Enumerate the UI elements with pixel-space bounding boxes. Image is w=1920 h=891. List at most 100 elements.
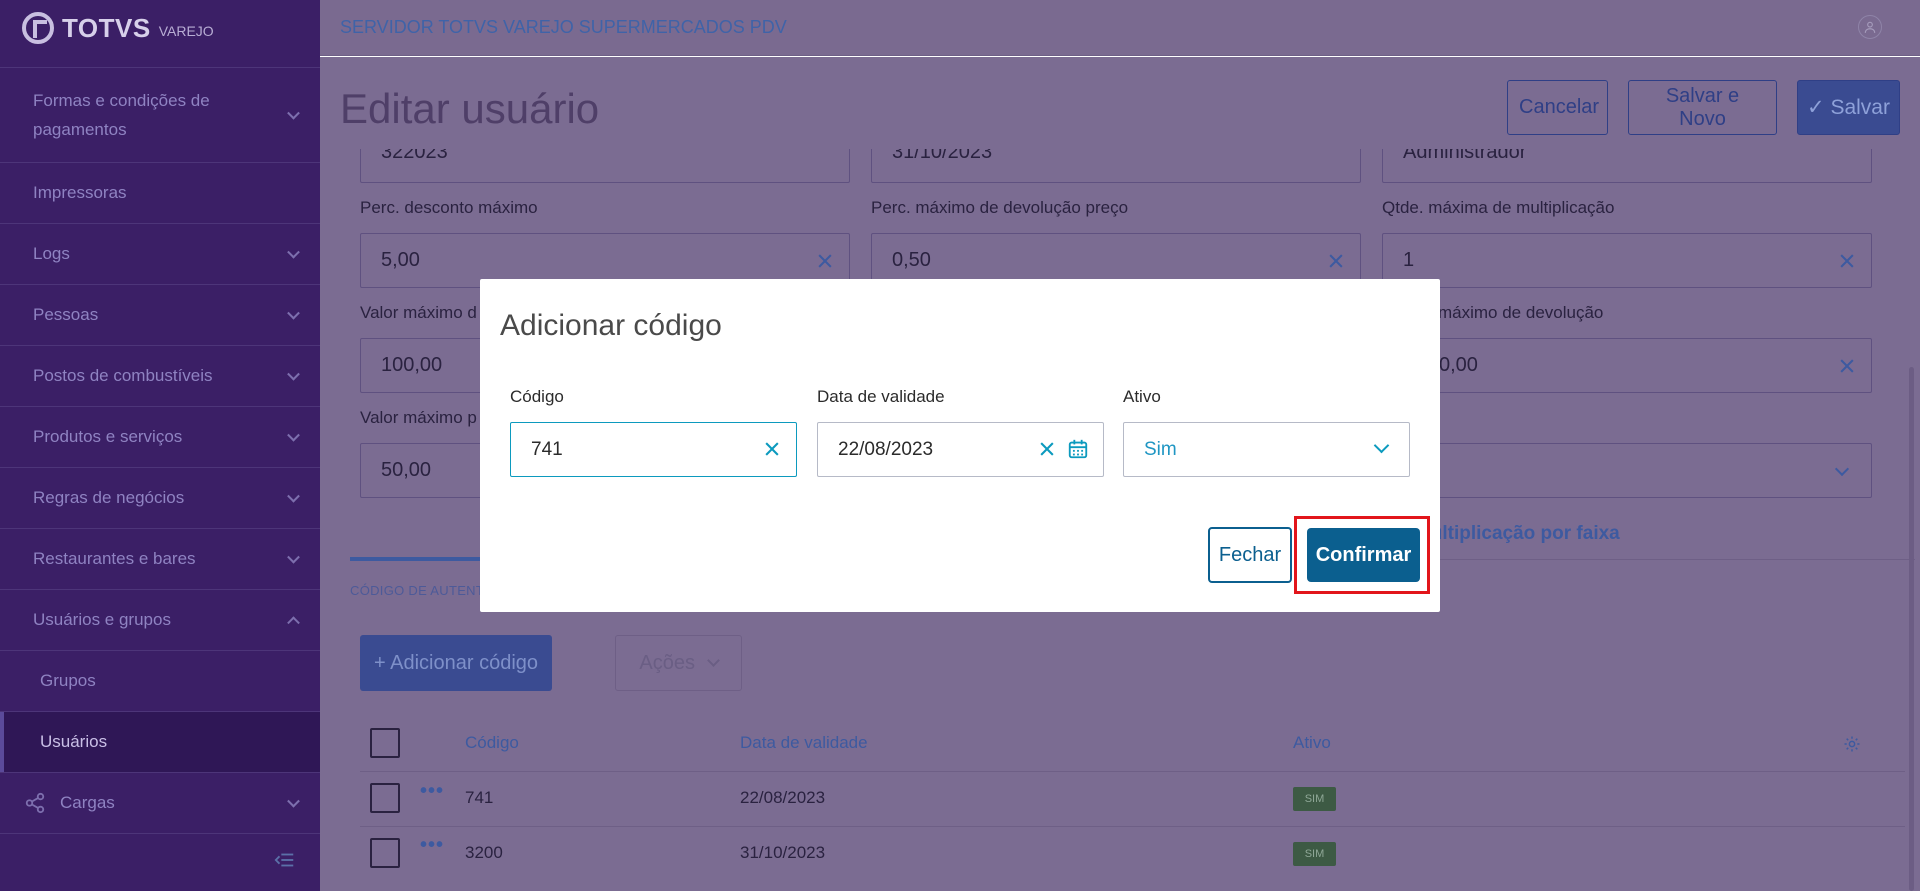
sidebar-item-postos[interactable]: Postos de combustíveis <box>0 346 320 407</box>
more-icon[interactable]: ••• <box>420 780 444 803</box>
sidebar-item-pessoas[interactable]: Pessoas <box>0 285 320 346</box>
save-button[interactable]: ✓ Salvar <box>1797 80 1900 135</box>
sidebar-item-label: Cargas <box>60 793 115 812</box>
tab-codigo-autenticacao[interactable]: CÓDIGO DE AUTENTIC <box>350 583 498 598</box>
tab-active-indicator <box>350 557 500 561</box>
col-header-ativo[interactable]: Ativo <box>1293 733 1331 753</box>
sidebar-item-label: Usuários e grupos <box>33 610 171 629</box>
chevron-down-icon <box>287 550 300 564</box>
field-value: 100,00 <box>381 354 443 376</box>
qtde-mult-label: Qtde. máxima de multiplicação <box>1382 198 1615 217</box>
table-divider <box>360 771 1905 772</box>
valor-max-a-label: Valor máximo d <box>360 303 477 322</box>
col-header-validade[interactable]: Data de validade <box>740 733 868 753</box>
sidebar-item-grupos[interactable]: Grupos <box>0 651 320 712</box>
col-header-codigo[interactable]: Código <box>465 733 519 753</box>
user-icon[interactable] <box>1858 15 1882 39</box>
chevron-down-icon <box>1373 437 1390 454</box>
sidebar-item-formas-pagamento[interactable]: Formas e condições de pagamentos <box>0 68 320 163</box>
sidebar-item-usuarios[interactable]: Usuários <box>0 712 320 773</box>
field-value: Administrador <box>1403 141 1527 163</box>
field-value: 5,00 <box>381 249 420 271</box>
brand-sub: VAREJO <box>158 23 214 39</box>
clear-icon[interactable] <box>1037 439 1057 459</box>
cell-codigo: 3200 <box>465 843 503 862</box>
totvs-logo: TOTVS VAREJO <box>22 10 214 46</box>
row-checkbox[interactable] <box>370 783 400 813</box>
chevron-down-icon <box>287 245 300 259</box>
top-bar: SERVIDOR TOTVS VAREJO SUPERMERCADOS PDV <box>320 0 1920 56</box>
sidebar-item-regras[interactable]: Regras de negócios <box>0 468 320 529</box>
sidebar-item-label: Formas e condições de pagamentos <box>33 91 210 139</box>
sidebar-nav: Formas e condições de pagamentos Impress… <box>0 68 320 834</box>
sidebar-item-produtos[interactable]: Produtos e serviços <box>0 407 320 468</box>
sidebar-item-impressoras[interactable]: Impressoras <box>0 163 320 224</box>
field-value: 1 <box>1403 249 1415 271</box>
status-badge: SIM <box>1293 842 1336 866</box>
ativo-select[interactable]: Sim <box>1123 422 1410 477</box>
valor-devolucao-label: máximo de devolução <box>1438 303 1604 322</box>
clear-icon[interactable] <box>1837 251 1857 271</box>
field-row0-b[interactable]: 31/10/2023 <box>871 141 1361 183</box>
sidebar-item-cargas[interactable]: Cargas <box>0 773 320 834</box>
sidebar-item-label: Produtos e serviços <box>33 427 183 446</box>
sidebar-item-label: Pessoas <box>33 305 99 324</box>
field-value: 322023 <box>381 141 448 163</box>
modal-title: Adicionar código <box>500 309 722 342</box>
calendar-icon[interactable] <box>1067 438 1089 460</box>
clear-icon[interactable] <box>1326 251 1346 271</box>
perc-devolucao-label: Perc. máximo de devolução preço <box>871 198 1129 217</box>
chevron-down-icon <box>287 489 300 503</box>
qtde-mult-field[interactable]: 1 <box>1382 233 1872 288</box>
validade-value: 22/08/2023 <box>838 439 934 460</box>
gear-icon[interactable] <box>1843 735 1861 753</box>
clear-icon[interactable] <box>762 439 782 459</box>
add-code-modal: Adicionar código Código 741 Data de vali… <box>480 279 1440 612</box>
collapse-menu-icon[interactable] <box>274 849 296 871</box>
ativo-label: Ativo <box>1123 387 1161 406</box>
select-all-checkbox[interactable] <box>370 728 400 758</box>
clear-icon[interactable] <box>815 251 835 271</box>
cell-validade: 22/08/2023 <box>740 788 826 807</box>
row-checkbox[interactable] <box>370 838 400 868</box>
sidebar-item-logs[interactable]: Logs <box>0 224 320 285</box>
save-new-button[interactable]: Salvar e Novo <box>1628 80 1777 135</box>
brand-name: TOTVS <box>62 12 151 43</box>
sidebar-item-restaurantes[interactable]: Restaurantes e bares <box>0 529 320 590</box>
ativo-value: Sim <box>1144 439 1177 460</box>
field-value: 0,00 <box>1439 354 1478 376</box>
validade-label: Data de validade <box>817 387 945 406</box>
add-code-button[interactable]: + Adicionar código <box>360 635 553 691</box>
chevron-down-icon <box>706 653 720 667</box>
codigo-value: 741 <box>531 439 563 460</box>
chevron-down-icon <box>287 794 300 808</box>
cell-codigo: 741 <box>465 788 494 807</box>
sidebar-item-label: Regras de negócios <box>33 488 185 507</box>
sidebar-item-label: Postos de combustíveis <box>33 366 213 385</box>
select-field-right[interactable] <box>1382 443 1872 498</box>
chevron-down-icon <box>287 367 300 381</box>
status-badge: SIM <box>1293 787 1336 811</box>
codigo-input[interactable]: 741 <box>510 422 797 477</box>
field-value: 31/10/2023 <box>892 141 993 163</box>
chevron-down-icon <box>287 106 300 120</box>
acoes-button[interactable]: Ações <box>615 635 742 691</box>
clear-icon[interactable] <box>1837 356 1857 376</box>
chevron-down-icon <box>287 306 300 320</box>
field-row0-a[interactable]: 322023 <box>360 141 850 183</box>
table-divider <box>360 826 1905 827</box>
highlight-box <box>1294 516 1430 594</box>
fechar-button[interactable]: Fechar <box>1208 527 1292 583</box>
chevron-up-icon <box>287 616 300 630</box>
chevron-down-icon <box>287 428 300 442</box>
share-icon <box>25 792 45 814</box>
acoes-label: Ações <box>639 651 696 674</box>
validade-input[interactable]: 22/08/2023 <box>817 422 1104 477</box>
more-icon[interactable]: ••• <box>420 834 444 857</box>
sidebar-item-label: Restaurantes e bares <box>33 549 196 568</box>
valor-devolucao-field[interactable]: 0,00 <box>1382 338 1872 393</box>
field-value: 50,00 <box>381 459 432 481</box>
sidebar-item-usuarios-grupos[interactable]: Usuários e grupos <box>0 590 320 651</box>
cancel-button[interactable]: Cancelar <box>1507 80 1608 135</box>
scrollbar[interactable] <box>1909 367 1914 891</box>
